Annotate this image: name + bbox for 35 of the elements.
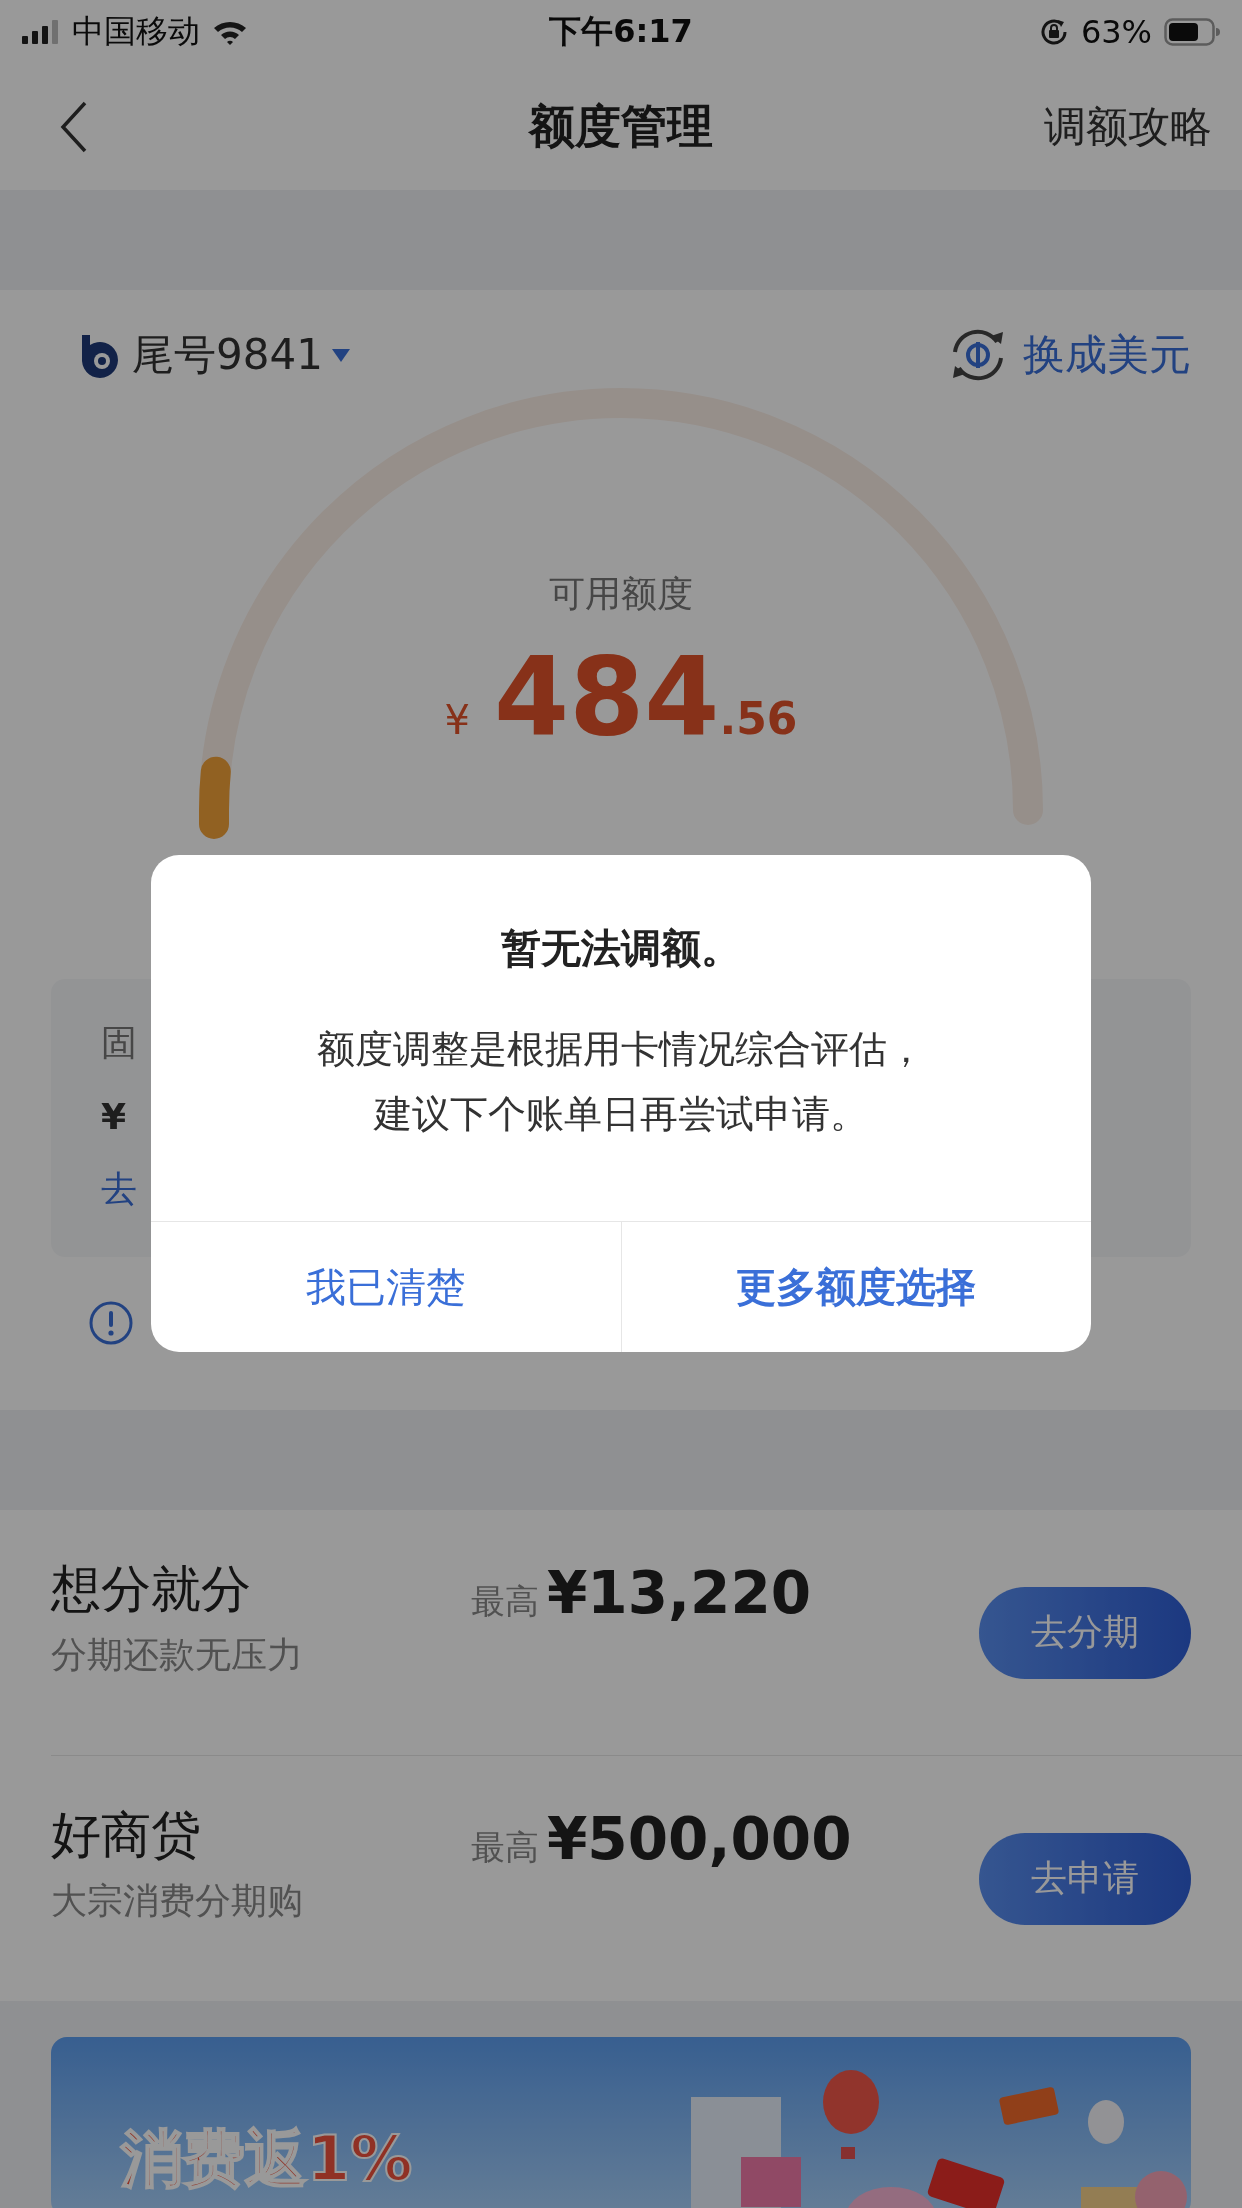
offer-subtitle: 大宗消费分期购: [51, 1878, 304, 1923]
offer-button[interactable]: 去分期: [979, 1586, 1191, 1679]
info-icon: [88, 1300, 134, 1346]
offer-button[interactable]: 去申请: [979, 1832, 1191, 1925]
dialog-message: 建议下个账单日再尝试申请。: [374, 1091, 868, 1138]
page-title: 额度管理: [529, 98, 713, 155]
carrier-name: 中国移动: [72, 11, 200, 52]
available-limit-amount: 484: [494, 643, 720, 751]
currency-switch-button[interactable]: 换成美元: [947, 324, 1191, 386]
offer-title: 好商贷: [51, 1804, 202, 1866]
status-time: 下午6:17: [549, 11, 693, 52]
amount-prefix: 最高: [471, 1825, 539, 1869]
available-limit-decimals: .56: [719, 693, 798, 744]
battery-icon: [1164, 18, 1220, 46]
banner-headline: 消费返1%: [121, 2125, 413, 2194]
dialog-message: 额度调整是根据用卡情况综合评估，: [317, 1026, 925, 1073]
dialog-button[interactable]: 更多额度选择: [620, 1222, 1091, 1352]
offer-amount: ¥500,000: [547, 1804, 852, 1873]
dialog-title: 暂无法调额。: [501, 924, 741, 973]
available-limit-label: 可用额度: [549, 572, 693, 616]
detail-label: 固: [101, 1021, 137, 1065]
currency-symbol: ¥: [444, 697, 470, 743]
dialog-button[interactable]: 我已清楚: [151, 1222, 621, 1352]
limit-guide-link[interactable]: 调额攻略: [1044, 99, 1212, 155]
signal-icon: [22, 20, 60, 44]
battery-percent: 63%: [1080, 13, 1152, 51]
detail-value: ¥: [101, 1096, 127, 1137]
rotation-lock-icon: [1038, 17, 1069, 47]
detail-link[interactable]: 去: [101, 1165, 137, 1214]
caret-icon: [330, 347, 351, 363]
account-selector[interactable]: 尾号9841: [51, 327, 351, 383]
amount-prefix: 最高: [471, 1579, 539, 1623]
offer-amount: ¥13,220: [547, 1558, 812, 1627]
offer-title: 想分就分: [51, 1558, 252, 1620]
offer-subtitle: 分期还款无压力: [51, 1632, 304, 1677]
